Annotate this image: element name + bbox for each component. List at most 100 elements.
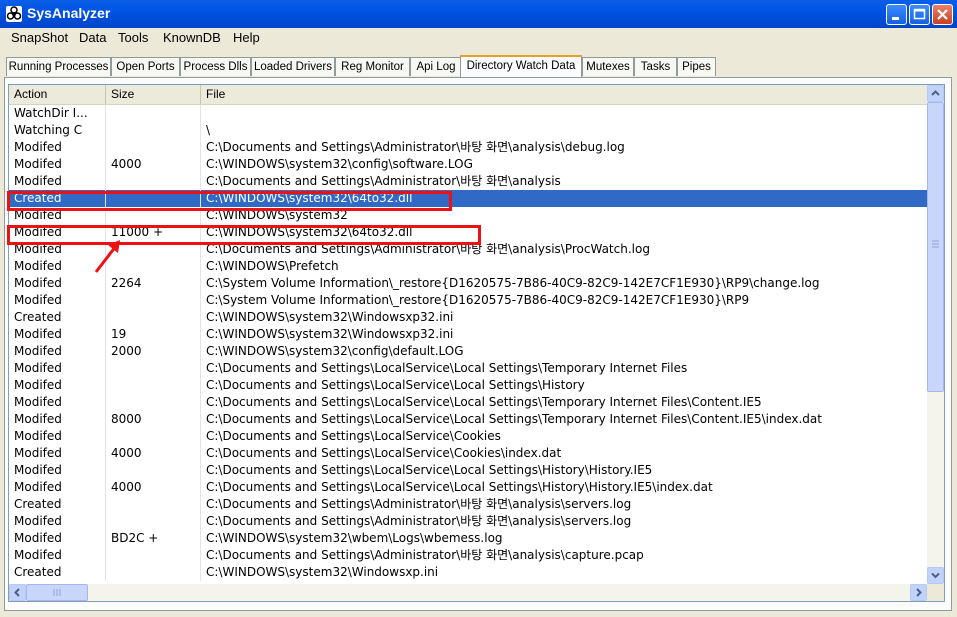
table-row[interactable]: Modifed C:\System Volume Information\_res… xyxy=(9,292,927,309)
table-row[interactable]: Modifed 2000 C:\WINDOWS\system32\config\de… xyxy=(9,343,927,360)
vertical-scrollbar[interactable] xyxy=(927,85,944,584)
table-row[interactable]: WatchDir I... xyxy=(9,105,927,122)
action-cell: Modifed xyxy=(9,207,106,224)
file-cell: C:\WINDOWS\system32\64to32.dll xyxy=(206,191,413,205)
action-cell: Modifed xyxy=(9,445,106,462)
tab-process-dlls[interactable]: Process Dlls xyxy=(180,57,251,76)
table-row[interactable]: Modifed C:\Documents and Settings\LocalSe… xyxy=(9,428,927,445)
horizontal-scrollbar[interactable] xyxy=(9,584,927,601)
vertical-scroll-thumb[interactable] xyxy=(927,102,944,392)
table-row[interactable]: Created C:\WINDOWS\system32\Windowsxp32.i… xyxy=(9,309,927,326)
table-row[interactable]: Modifed C:\Documents and Settings\Adminis… xyxy=(9,139,927,156)
table-row[interactable]: Watching C \ xyxy=(9,122,927,139)
table-row[interactable]: Modifed C:\Documents and Settings\Adminis… xyxy=(9,241,927,258)
size-cell: 4000 xyxy=(106,445,201,462)
table-row[interactable]: Modifed C:\Documents and Settings\LocalSe… xyxy=(9,394,927,411)
table-row[interactable]: Modifed C:\Documents and Settings\Adminis… xyxy=(9,513,927,530)
size-cell xyxy=(106,190,201,207)
action-cell: Modifed xyxy=(9,173,106,190)
biohazard-icon xyxy=(6,6,22,22)
tab-api-log[interactable]: Api Log xyxy=(410,57,462,76)
file-cell: C:\WINDOWS\system32\Windowsxp.ini xyxy=(206,565,439,579)
action-cell: Created xyxy=(9,564,106,581)
window-title: SysAnalyzer xyxy=(27,5,111,21)
action-cell: Modifed xyxy=(9,394,106,411)
file-cell: C:\Documents and Settings\LocalService\L… xyxy=(206,412,822,426)
table-row[interactable]: Modifed 11000 + C:\WINDOWS\system32\64to32… xyxy=(9,224,927,241)
file-cell: C:\Documents and Settings\LocalService\C… xyxy=(206,446,562,460)
scroll-down-button[interactable] xyxy=(927,567,944,584)
tab-reg-monitor[interactable]: Reg Monitor xyxy=(335,57,410,76)
tab-open-ports[interactable]: Open Ports xyxy=(111,57,180,76)
table-row[interactable]: Created C:\WINDOWS\system32\Windowsxp.ini xyxy=(9,564,927,581)
table-row[interactable]: Modifed C:\WINDOWS\system32 xyxy=(9,207,927,224)
tab-loaded-drivers[interactable]: Loaded Drivers xyxy=(251,57,335,76)
size-cell: 4000 xyxy=(106,156,201,173)
action-cell: Modifed xyxy=(9,343,106,360)
table-row[interactable]: Created C:\WINDOWS\system32\64to32.dll xyxy=(9,190,927,207)
file-cell: C:\Documents and Settings\LocalService\L… xyxy=(206,463,653,477)
size-cell xyxy=(106,462,201,479)
horizontal-scroll-thumb[interactable] xyxy=(26,584,88,601)
size-cell xyxy=(106,173,201,190)
file-cell: C:\Documents and Settings\Administrator\… xyxy=(206,174,561,188)
table-row[interactable]: Modifed 19 C:\WINDOWS\system32\Windowsxp32… xyxy=(9,326,927,343)
table-row[interactable]: Modifed C:\WINDOWS\Prefetch xyxy=(9,258,927,275)
size-cell xyxy=(106,547,201,564)
column-header-action[interactable]: Action xyxy=(9,85,106,104)
menu-data[interactable]: Data xyxy=(79,30,106,45)
table-row[interactable]: Modifed 4000 C:\Documents and Settings\Loc… xyxy=(9,445,927,462)
table-row[interactable]: Modifed C:\Documents and Settings\Adminis… xyxy=(9,547,927,564)
table-row[interactable]: Modifed C:\Documents and Settings\Adminis… xyxy=(9,173,927,190)
action-cell: Modifed xyxy=(9,292,106,309)
minimize-button[interactable] xyxy=(886,4,907,25)
menu-knowndb[interactable]: KnownDB xyxy=(163,30,221,45)
tab-tasks[interactable]: Tasks xyxy=(634,57,677,76)
scroll-right-button[interactable] xyxy=(910,584,927,601)
tab-pipes[interactable]: Pipes xyxy=(677,57,716,76)
maximize-button[interactable] xyxy=(909,4,930,25)
action-cell: Modifed xyxy=(9,275,106,292)
table-row[interactable]: Modifed 2264 C:\System Volume Information\… xyxy=(9,275,927,292)
list-rows: WatchDir I... Watching C \ Modifed C:\Docume… xyxy=(9,105,927,581)
table-row[interactable]: Modifed C:\Documents and Settings\LocalSe… xyxy=(9,462,927,479)
action-cell: WatchDir I... xyxy=(9,105,106,122)
tab-mutexes[interactable]: Mutexes xyxy=(582,57,634,76)
column-header-file[interactable]: File xyxy=(201,85,927,104)
file-cell: C:\Documents and Settings\Administrator\… xyxy=(206,548,644,562)
column-header-size[interactable]: Size xyxy=(106,85,201,104)
tab-running-processes[interactable]: Running Processes xyxy=(6,57,111,76)
action-cell: Modifed xyxy=(9,377,106,394)
tab-directory-watch-data[interactable]: Directory Watch Data xyxy=(460,55,582,77)
table-row[interactable]: Created C:\Documents and Settings\Adminis… xyxy=(9,496,927,513)
scroll-left-button[interactable] xyxy=(9,584,26,601)
table-row[interactable]: Modifed 4000 C:\Documents and Settings\Loc… xyxy=(9,479,927,496)
directory-watch-list[interactable]: Action Size File WatchDir I... Watching C… xyxy=(8,84,945,602)
action-cell: Modifed xyxy=(9,156,106,173)
file-cell: C:\Documents and Settings\Administrator\… xyxy=(206,497,632,511)
table-row[interactable]: Modifed C:\Documents and Settings\LocalSe… xyxy=(9,377,927,394)
size-cell xyxy=(106,513,201,530)
scroll-up-button[interactable] xyxy=(927,85,944,102)
action-cell: Watching C xyxy=(9,122,106,139)
size-cell xyxy=(106,309,201,326)
close-button[interactable] xyxy=(932,4,953,25)
size-cell: 2000 xyxy=(106,343,201,360)
table-row[interactable]: Modifed BD2C + C:\WINDOWS\system32\wbem\Lo… xyxy=(9,530,927,547)
menu-snapshot[interactable]: SnapShot xyxy=(11,30,68,45)
file-cell: C:\Documents and Settings\Administrator\… xyxy=(206,140,625,154)
action-cell: Modifed xyxy=(9,479,106,496)
file-cell: C:\WINDOWS\Prefetch xyxy=(206,259,339,273)
table-row[interactable]: Modifed 4000 C:\WINDOWS\system32\config\so… xyxy=(9,156,927,173)
size-cell: 19 xyxy=(106,326,201,343)
title-bar[interactable]: SysAnalyzer xyxy=(0,0,957,28)
action-cell: Modifed xyxy=(9,428,106,445)
list-header: Action Size File xyxy=(9,85,927,105)
file-cell: C:\WINDOWS\system32 xyxy=(206,208,348,222)
size-cell xyxy=(106,139,201,156)
file-cell: C:\WINDOWS\system32\wbem\Logs\wbemess.lo… xyxy=(206,531,503,545)
table-row[interactable]: Modifed 8000 C:\Documents and Settings\Loc… xyxy=(9,411,927,428)
menu-tools[interactable]: Tools xyxy=(118,30,148,45)
menu-help[interactable]: Help xyxy=(233,30,260,45)
table-row[interactable]: Modifed C:\Documents and Settings\LocalSe… xyxy=(9,360,927,377)
